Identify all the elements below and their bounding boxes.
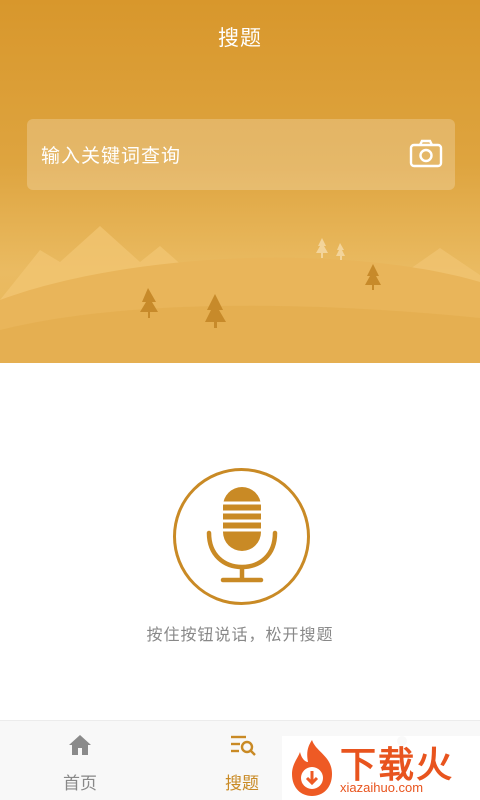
search-list-icon: [230, 733, 256, 757]
home-icon: [68, 733, 92, 757]
search-input[interactable]: 输入关键词查询: [27, 119, 455, 190]
tab-home-label: 首页: [63, 774, 97, 794]
search-placeholder: 输入关键词查询: [41, 145, 182, 167]
camera-icon[interactable]: [409, 139, 443, 169]
page-title: 搜题: [218, 26, 262, 50]
tab-home[interactable]: 首页: [20, 721, 140, 800]
microphone-icon: [206, 487, 278, 583]
voice-hint: 按住按钮说话，松开搜题: [146, 625, 334, 644]
header-banner: 搜题 输入关键词查询: [0, 0, 480, 363]
watermark: 下载火 xiazaihuo.com: [282, 736, 480, 800]
flame-logo-icon: [292, 740, 332, 796]
watermark-url: xiazaihuo.com: [340, 780, 424, 795]
voice-search-button[interactable]: [173, 468, 310, 605]
